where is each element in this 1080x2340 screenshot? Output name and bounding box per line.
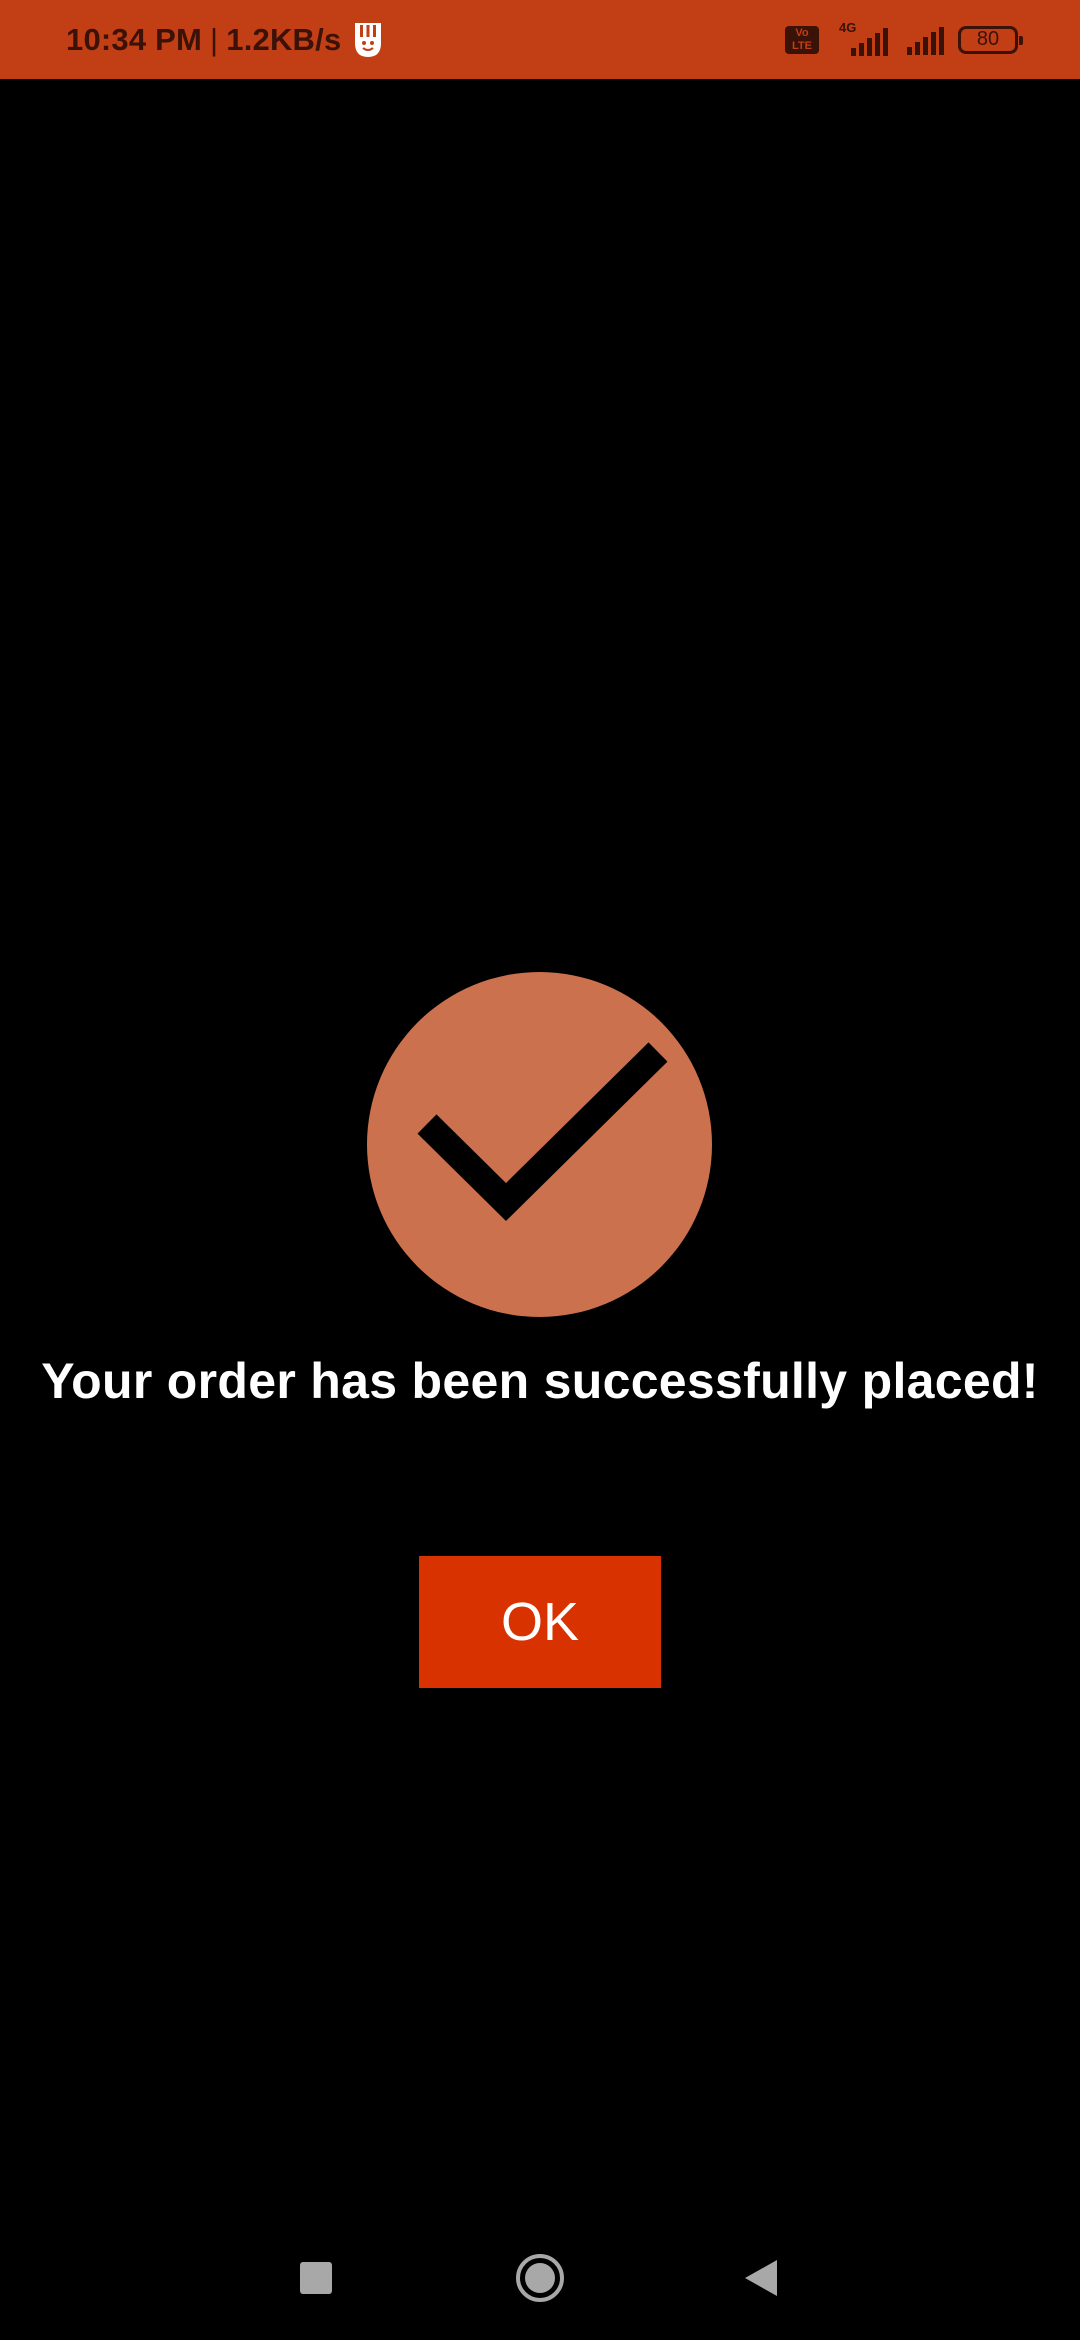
app-notification-icon [355, 22, 382, 57]
success-message: Your order has been successfully placed! [41, 1353, 1039, 1409]
signal-bars-sim1 [851, 26, 888, 56]
home-circle-icon[interactable] [515, 2253, 565, 2303]
order-success-screen: 10:34 PM | 1.2KB/s Vo LTE 4G 80 Your ord… [0, 0, 1080, 2340]
status-net-speed: 1.2KB/s [226, 21, 342, 57]
status-right: Vo LTE 4G 80 [785, 0, 1023, 79]
navigation-bar [0, 2220, 1080, 2330]
checkmark-circle-icon [367, 972, 712, 1317]
recents-square-icon[interactable] [300, 2262, 332, 2294]
signal-bars-sim2 [907, 25, 944, 55]
status-time: 10:34 PM [66, 21, 202, 57]
battery-icon: 80 [958, 25, 1023, 54]
volte-icon: Vo LTE [785, 25, 819, 54]
signal-4g-icon: 4G [833, 20, 893, 60]
back-triangle-icon[interactable] [743, 2258, 779, 2298]
status-left: 10:34 PM | 1.2KB/s [66, 0, 385, 79]
status-bar: 10:34 PM | 1.2KB/s Vo LTE 4G 80 [0, 0, 1080, 79]
battery-level: 80 [976, 28, 1000, 50]
ok-button[interactable]: OK [419, 1556, 661, 1688]
status-separator: | [210, 21, 219, 57]
